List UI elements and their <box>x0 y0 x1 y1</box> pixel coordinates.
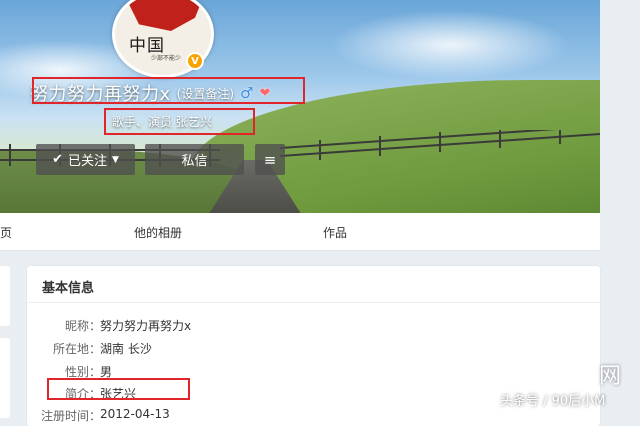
menu-icon: ≡ <box>263 150 277 169</box>
check-icon: ✔ <box>52 152 63 167</box>
tab-home[interactable]: 页 <box>0 224 12 241</box>
info-row-gender: 性别： <box>27 363 101 379</box>
watermark-text: 头条号 / 90后小M <box>500 394 606 409</box>
divider <box>27 302 600 303</box>
info-label: 昵称： <box>64 319 101 333</box>
info-value: 湖南 长沙 <box>100 342 152 356</box>
info-row-nickname: 昵称： <box>27 317 101 333</box>
page-background-right <box>600 0 640 414</box>
highlight-box-bio <box>104 108 255 135</box>
following-button[interactable]: ✔ 已关注 ▼ <box>36 144 135 175</box>
message-label: 私信 <box>181 154 208 169</box>
profile-cover <box>0 0 600 213</box>
highlight-box-intro <box>47 378 190 400</box>
map-graphic <box>127 0 203 31</box>
following-label: 已关注 <box>67 154 107 169</box>
info-label: 所在地： <box>52 342 101 356</box>
chevron-down-icon: ▼ <box>112 154 119 165</box>
cloud <box>330 10 570 80</box>
info-value: 男 <box>100 365 113 379</box>
info-row-register-date: 注册时间： <box>27 407 101 423</box>
info-value: 2012-04-13 <box>100 407 170 421</box>
more-menu-button[interactable]: ≡ <box>255 144 285 175</box>
info-label: 注册时间： <box>40 409 101 423</box>
left-card <box>0 338 10 418</box>
watermark-logo-icon: 网 <box>599 364 622 389</box>
message-button[interactable]: 私信 <box>145 144 244 175</box>
profile-tabs: 页 他的相册 作品 <box>0 213 600 251</box>
info-value: 努力努力再努力x <box>100 319 192 333</box>
left-card <box>0 266 10 326</box>
avatar-subtext: 少部不能少 <box>151 55 182 62</box>
info-row-location: 所在地： <box>27 340 101 356</box>
card-title: 基本信息 <box>42 281 95 296</box>
verified-icon: V <box>186 52 204 70</box>
tab-albums[interactable]: 他的相册 <box>134 224 182 241</box>
highlight-box-name <box>32 77 305 104</box>
tab-works[interactable]: 作品 <box>323 224 347 241</box>
